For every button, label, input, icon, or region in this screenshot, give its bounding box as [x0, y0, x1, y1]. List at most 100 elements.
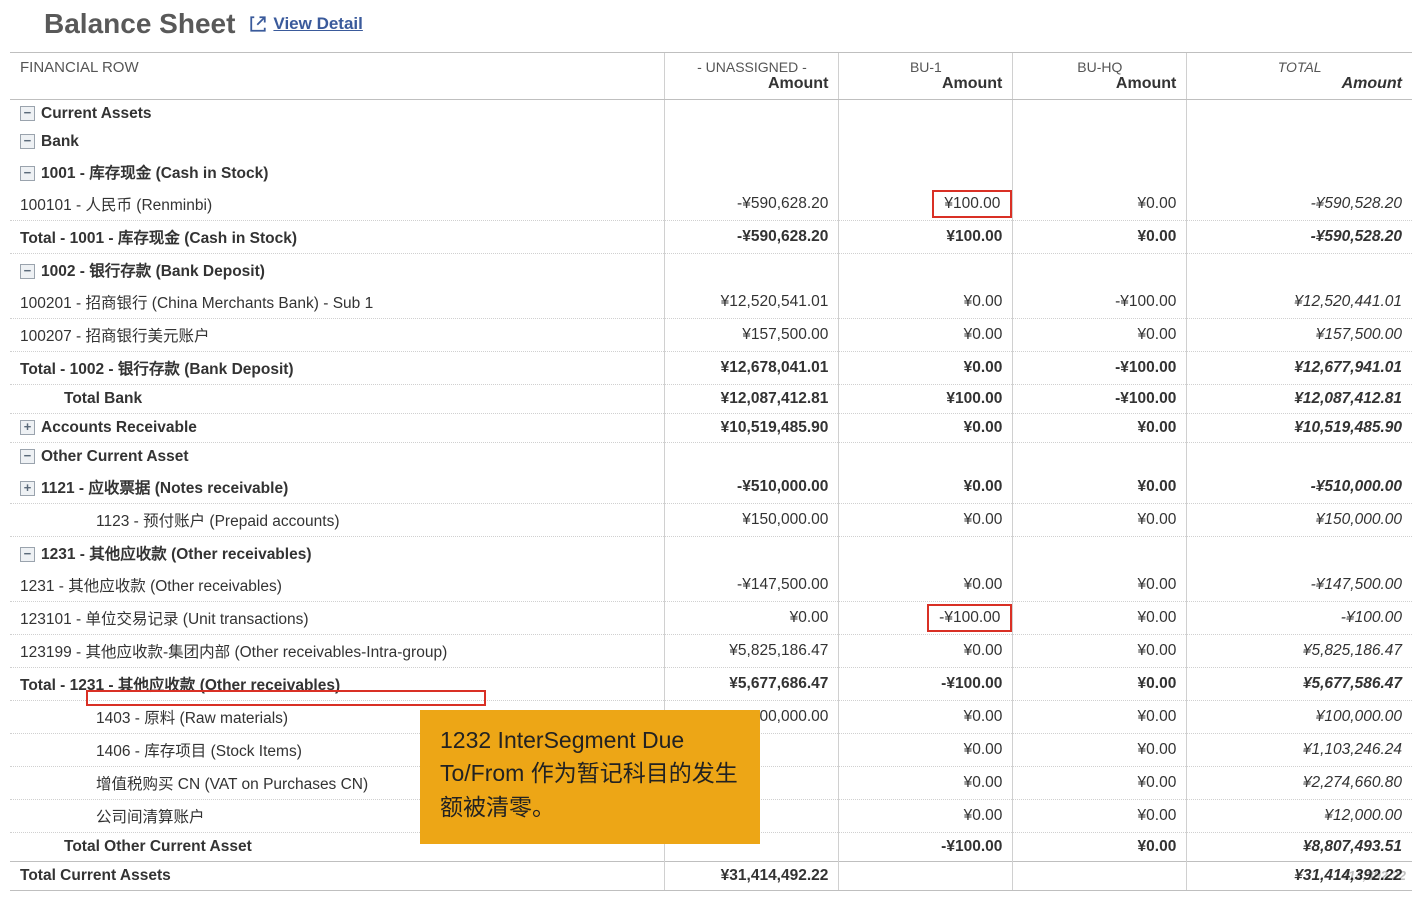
cell-value: ¥0.00	[1013, 635, 1187, 668]
collapse-icon[interactable]: −	[20, 547, 35, 562]
cell-value: ¥0.00	[1013, 701, 1187, 734]
cell-value: ¥31,414,492.22	[665, 862, 839, 891]
row-current-assets[interactable]: −Current Assets	[10, 100, 1412, 129]
cell-value: ¥0.00	[839, 286, 1013, 319]
view-detail-label: View Detail	[273, 14, 362, 34]
cell-value: -¥510,000.00	[665, 471, 839, 504]
cell-value: ¥31,414,392.22 414,392.22	[1187, 862, 1412, 891]
cell-value: ¥0.00	[1013, 668, 1187, 701]
row-1121[interactable]: +1121 - 应收票据 (Notes receivable) -¥510,00…	[10, 471, 1412, 504]
cell-value: ¥8,807,493.51	[1187, 833, 1412, 862]
cell-value: ¥0.00	[839, 569, 1013, 602]
cell-value: ¥0.00	[839, 352, 1013, 385]
row-123101[interactable]: 123101 - 单位交易记录 (Unit transactions) ¥0.0…	[10, 602, 1412, 635]
cell-value: ¥0.00	[839, 414, 1013, 443]
cell-value: -¥147,500.00	[1187, 569, 1412, 602]
cell-value	[839, 862, 1013, 891]
collapse-icon[interactable]: −	[20, 264, 35, 279]
cell-value: ¥5,825,186.47	[1187, 635, 1412, 668]
row-bank[interactable]: −Bank	[10, 128, 1412, 156]
highlight-red-underline	[86, 690, 486, 706]
cell-value: ¥0.00	[839, 800, 1013, 833]
cell-value: ¥0.00	[1013, 602, 1187, 635]
cell-value: ¥100.00	[839, 221, 1013, 254]
watermark-text: 414,392.22	[1341, 868, 1406, 883]
row-total-1231[interactable]: Total - 1231 - 其他应收款 (Other receivables)…	[10, 668, 1412, 701]
cell-value: -¥100.00	[839, 833, 1013, 862]
cell-value: ¥0.00	[1013, 734, 1187, 767]
cell-value: ¥12,520,441.01	[1187, 286, 1412, 319]
row-123199[interactable]: 123199 - 其他应收款-集团内部 (Other receivables-I…	[10, 635, 1412, 668]
row-accounts-receivable[interactable]: +Accounts Receivable ¥10,519,485.90 ¥0.0…	[10, 414, 1412, 443]
cell-value: -¥590,628.20	[665, 188, 839, 221]
row-1231-sub[interactable]: 1231 - 其他应收款 (Other receivables) -¥147,5…	[10, 569, 1412, 602]
cell-value: ¥0.00	[1013, 800, 1187, 833]
cell-value: -¥100.00	[1187, 602, 1412, 635]
annotation-note: 1232 InterSegment Due To/From 作为暂记科目的发生额…	[420, 710, 760, 844]
cell-value: -¥590,528.20	[1187, 221, 1412, 254]
col-total[interactable]: TOTAL Amount	[1187, 53, 1412, 100]
cell-value: ¥150,000.00	[665, 504, 839, 537]
cell-value: ¥150,000.00	[1187, 504, 1412, 537]
cell-value: ¥100.00	[839, 188, 1013, 221]
col-unassigned[interactable]: - UNASSIGNED - Amount	[665, 53, 839, 100]
cell-value: ¥12,520,541.01	[665, 286, 839, 319]
cell-value: ¥12,000.00	[1187, 800, 1412, 833]
cell-value: ¥12,087,412.81	[665, 385, 839, 414]
row-100201[interactable]: 100201 - 招商银行 (China Merchants Bank) - S…	[10, 286, 1412, 319]
collapse-icon[interactable]: −	[20, 166, 35, 181]
row-1231[interactable]: −1231 - 其他应收款 (Other receivables)	[10, 537, 1412, 570]
export-icon	[249, 15, 267, 33]
cell-value: -¥590,528.20	[1187, 188, 1412, 221]
cell-value: ¥5,677,586.47	[1187, 668, 1412, 701]
cell-value: ¥157,500.00	[1187, 319, 1412, 352]
cell-value: ¥0.00	[1013, 319, 1187, 352]
cell-value: ¥5,825,186.47	[665, 635, 839, 668]
row-total-current-assets[interactable]: Total Current Assets ¥31,414,492.22 ¥31,…	[10, 862, 1412, 891]
cell-value: -¥590,628.20	[665, 221, 839, 254]
cell-value: ¥100.00	[839, 385, 1013, 414]
row-100207[interactable]: 100207 - 招商银行美元账户 ¥157,500.00 ¥0.00 ¥0.0…	[10, 319, 1412, 352]
cell-value: ¥10,519,485.90	[1187, 414, 1412, 443]
row-1123[interactable]: 1123 - 预付账户 (Prepaid accounts) ¥150,000.…	[10, 504, 1412, 537]
expand-icon[interactable]: +	[20, 420, 35, 435]
cell-value: -¥100.00	[1013, 385, 1187, 414]
row-total-1002[interactable]: Total - 1002 - 银行存款 (Bank Deposit) ¥12,6…	[10, 352, 1412, 385]
cell-value: ¥12,087,412.81	[1187, 385, 1412, 414]
cell-value: ¥0.00	[839, 319, 1013, 352]
cell-value: ¥12,678,041.01	[665, 352, 839, 385]
cell-value: ¥0.00	[839, 701, 1013, 734]
collapse-icon[interactable]: −	[20, 449, 35, 464]
cell-value: ¥5,677,686.47	[665, 668, 839, 701]
cell-value: ¥0.00	[1013, 833, 1187, 862]
collapse-icon[interactable]: −	[20, 106, 35, 121]
col-buhq[interactable]: BU-HQ Amount	[1013, 53, 1187, 100]
row-total-bank[interactable]: Total Bank ¥12,087,412.81 ¥100.00 -¥100.…	[10, 385, 1412, 414]
col-bu1[interactable]: BU-1 Amount	[839, 53, 1013, 100]
cell-value: ¥0.00	[1013, 188, 1187, 221]
row-1002[interactable]: −1002 - 银行存款 (Bank Deposit)	[10, 254, 1412, 287]
cell-value: -¥100.00	[1013, 352, 1187, 385]
cell-value: ¥2,274,660.80	[1187, 767, 1412, 800]
cell-value: ¥10,519,485.90	[665, 414, 839, 443]
row-total-1001[interactable]: Total - 1001 - 库存现金 (Cash in Stock) -¥59…	[10, 221, 1412, 254]
cell-value: -¥147,500.00	[665, 569, 839, 602]
page-title: Balance Sheet	[44, 8, 235, 40]
cell-value: ¥12,677,941.01	[1187, 352, 1412, 385]
collapse-icon[interactable]: −	[20, 134, 35, 149]
row-1001[interactable]: −1001 - 库存现金 (Cash in Stock)	[10, 156, 1412, 188]
expand-icon[interactable]: +	[20, 481, 35, 496]
cell-value: ¥0.00	[1013, 569, 1187, 602]
row-100101[interactable]: 100101 - 人民币 (Renminbi) -¥590,628.20 ¥10…	[10, 188, 1412, 221]
cell-value: ¥0.00	[1013, 414, 1187, 443]
cell-value: ¥0.00	[1013, 504, 1187, 537]
view-detail-link[interactable]: View Detail	[249, 14, 362, 34]
cell-value: ¥0.00	[839, 767, 1013, 800]
cell-value: -¥510,000.00	[1187, 471, 1412, 504]
highlight-red: ¥100.00	[932, 190, 1012, 218]
row-other-current-asset[interactable]: −Other Current Asset	[10, 443, 1412, 472]
cell-value: ¥1,103,246.24	[1187, 734, 1412, 767]
highlight-red: -¥100.00	[927, 604, 1012, 632]
col-financial-row[interactable]: FINANCIAL ROW	[10, 53, 665, 100]
cell-value: ¥0.00	[665, 602, 839, 635]
